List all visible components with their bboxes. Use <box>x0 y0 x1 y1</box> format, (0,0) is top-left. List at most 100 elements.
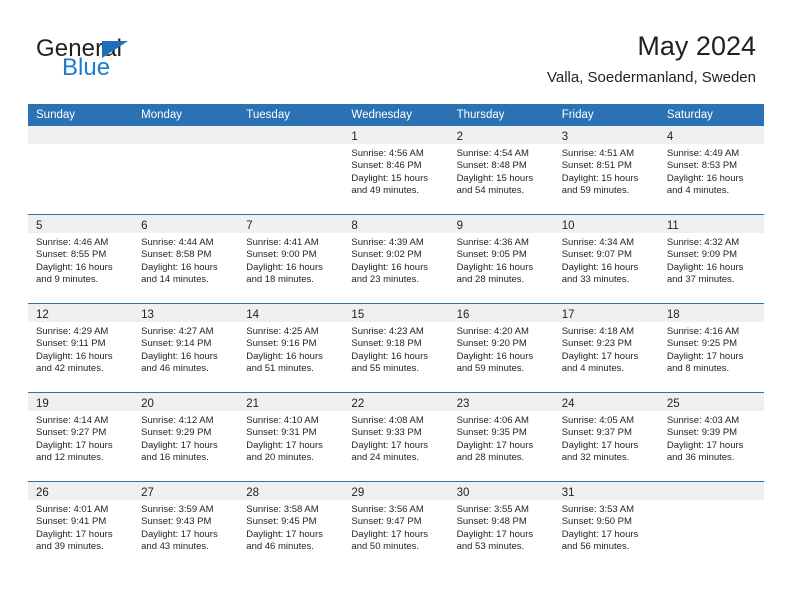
sunset-text: Sunset: 9:39 PM <box>666 427 738 439</box>
calendar-day-cell[interactable]: 17 Sunrise: 4:18 AM Sunset: 9:23 PM Dayligh… <box>553 303 659 393</box>
day-cell-inner: 11 Sunrise: 4:32 AM Sunset: 9:09 PM Dayligh… <box>658 215 764 303</box>
day-number: 1 <box>351 131 358 143</box>
day-number: 7 <box>246 220 253 232</box>
sunrise-text: Sunrise: 4:44 AM <box>141 237 214 248</box>
day-cell-details <box>28 144 133 148</box>
calendar-day-cell[interactable]: 25 Sunrise: 4:03 AM Sunset: 9:39 PM Dayligh… <box>658 392 764 482</box>
day-number: 9 <box>456 220 463 232</box>
calendar-day-cell[interactable]: 21 Sunrise: 4:10 AM Sunset: 9:31 PM Dayligh… <box>238 392 344 482</box>
day-number: 14 <box>246 309 260 321</box>
calendar-day-cell[interactable]: 4 Sunrise: 4:49 AM Sunset: 8:53 PM Daylight… <box>658 126 764 215</box>
calendar-day-cell[interactable]: 16 Sunrise: 4:20 AM Sunset: 9:20 PM Dayligh… <box>448 303 554 393</box>
daylight-text-line1: Daylight: 17 hours <box>36 528 113 540</box>
calendar-day-cell[interactable]: 14 Sunrise: 4:25 AM Sunset: 9:16 PM Dayligh… <box>238 303 344 393</box>
sunset-text: Sunset: 9:37 PM <box>561 427 632 439</box>
calendar-day-cell[interactable]: 6 Sunrise: 4:44 AM Sunset: 8:58 PM Daylight… <box>133 214 239 304</box>
daylight-text-line2: and 20 minutes. <box>246 452 314 464</box>
calendar-day-cell[interactable]: 11 Sunrise: 4:32 AM Sunset: 9:09 PM Dayligh… <box>658 214 764 304</box>
day-number-band: 22 <box>343 393 449 411</box>
sunset-text: Sunset: 9:48 PM <box>456 516 527 528</box>
calendar-day-cell[interactable]: 26 Sunrise: 4:01 AM Sunset: 9:41 PM Dayligh… <box>28 481 134 570</box>
day-cell-inner: 26 Sunrise: 4:01 AM Sunset: 9:41 PM Dayligh… <box>28 482 134 570</box>
day-number: 2 <box>456 131 463 143</box>
daylight-text-line1: Daylight: 15 hours <box>351 172 428 184</box>
day-number: 12 <box>36 309 49 321</box>
sunset-text: Sunset: 8:51 PM <box>561 160 632 172</box>
calendar-day-cell[interactable]: 22 Sunrise: 4:08 AM Sunset: 9:33 PM Dayligh… <box>343 392 449 482</box>
day-cell-details: Sunrise: 4:39 AM Sunset: 9:02 PM Daylight:… <box>343 233 448 287</box>
calendar-day-cell[interactable]: 7 Sunrise: 4:41 AM Sunset: 9:00 PM Daylight… <box>238 214 344 304</box>
calendar-day-cell[interactable]: 10 Sunrise: 4:34 AM Sunset: 9:07 PM Dayligh… <box>553 214 659 304</box>
day-cell-details <box>133 144 238 148</box>
calendar-day-cell[interactable]: 1 Sunrise: 4:56 AM Sunset: 8:46 PM Daylight… <box>343 126 449 215</box>
sunset-text: Sunset: 8:58 PM <box>141 249 212 261</box>
daylight-text-line2: and 36 minutes. <box>666 452 735 464</box>
daylight-text-line1: Daylight: 17 hours <box>141 439 218 451</box>
day-cell-details: Sunrise: 4:16 AM Sunset: 9:25 PM Daylight:… <box>659 322 764 376</box>
calendar-day-cell[interactable]: 18 Sunrise: 4:16 AM Sunset: 9:25 PM Dayligh… <box>658 303 764 393</box>
calendar-day-cell[interactable]: 12 Sunrise: 4:29 AM Sunset: 9:11 PM Dayligh… <box>28 303 134 393</box>
sunset-text: Sunset: 9:31 PM <box>246 427 317 439</box>
calendar-day-cell[interactable]: 15 Sunrise: 4:23 AM Sunset: 9:18 PM Dayligh… <box>343 303 449 393</box>
daylight-text-line1: Daylight: 17 hours <box>666 439 744 451</box>
sunrise-text: Sunrise: 4:51 AM <box>561 148 635 159</box>
day-number: 10 <box>561 220 575 232</box>
sunrise-text: Sunrise: 3:55 AM <box>456 504 529 515</box>
day-cell-inner: 25 Sunrise: 4:03 AM Sunset: 9:39 PM Dayligh… <box>658 393 764 481</box>
calendar-day-cell[interactable]: 8 Sunrise: 4:39 AM Sunset: 9:02 PM Daylight… <box>343 214 449 304</box>
daylight-text-line1: Daylight: 16 hours <box>351 350 428 362</box>
calendar-empty-cell <box>658 481 764 570</box>
sunrise-text: Sunrise: 4:12 AM <box>141 415 214 426</box>
calendar-day-cell[interactable]: 2 Sunrise: 4:54 AM Sunset: 8:48 PM Daylight… <box>448 126 554 215</box>
daylight-text-line2: and 55 minutes. <box>351 363 420 375</box>
sunrise-text: Sunrise: 4:32 AM <box>666 237 740 248</box>
day-cell-details: Sunrise: 4:36 AM Sunset: 9:05 PM Daylight:… <box>449 233 554 287</box>
day-number-band: 25 <box>658 393 764 411</box>
day-cell-inner: 2 Sunrise: 4:54 AM Sunset: 8:48 PM Daylight… <box>448 126 554 214</box>
sunset-text: Sunset: 9:16 PM <box>246 338 317 350</box>
sunrise-text: Sunrise: 4:39 AM <box>351 237 424 248</box>
day-number: 4 <box>666 131 674 143</box>
weekday-header-thursday: Thursday <box>448 104 554 126</box>
day-number: 20 <box>141 398 154 410</box>
calendar-day-cell[interactable]: 20 Sunrise: 4:12 AM Sunset: 9:29 PM Dayligh… <box>133 392 239 482</box>
calendar-week-row: 19 Sunrise: 4:14 AM Sunset: 9:27 PM Dayligh… <box>28 392 764 482</box>
sunset-text: Sunset: 9:00 PM <box>246 249 317 261</box>
calendar-day-cell[interactable]: 31 Sunrise: 3:53 AM Sunset: 9:50 PM Dayligh… <box>553 481 659 570</box>
day-number-band: 31 <box>553 482 659 500</box>
weekday-header-sunday: Sunday <box>28 104 134 126</box>
day-number: 23 <box>456 398 470 410</box>
calendar-day-cell[interactable]: 13 Sunrise: 4:27 AM Sunset: 9:14 PM Dayligh… <box>133 303 239 393</box>
daylight-text-line2: and 49 minutes. <box>351 185 420 197</box>
calendar-day-cell[interactable]: 27 Sunrise: 3:59 AM Sunset: 9:43 PM Dayligh… <box>133 481 239 570</box>
calendar-day-cell[interactable]: 3 Sunrise: 4:51 AM Sunset: 8:51 PM Daylight… <box>553 126 659 215</box>
daylight-text-line2: and 37 minutes. <box>666 274 735 286</box>
day-cell-details: Sunrise: 4:03 AM Sunset: 9:39 PM Daylight:… <box>659 411 764 465</box>
sunset-text: Sunset: 9:23 PM <box>561 338 632 350</box>
calendar-day-cell[interactable]: 23 Sunrise: 4:06 AM Sunset: 9:35 PM Dayligh… <box>448 392 554 482</box>
day-cell-details: Sunrise: 4:29 AM Sunset: 9:11 PM Daylight:… <box>28 322 133 376</box>
calendar-empty-cell <box>133 126 239 215</box>
calendar-body: 1 Sunrise: 4:56 AM Sunset: 8:46 PM Daylight… <box>28 126 764 570</box>
calendar-day-cell[interactable]: 9 Sunrise: 4:36 AM Sunset: 9:05 PM Daylight… <box>448 214 554 304</box>
sunset-text: Sunset: 9:20 PM <box>456 338 527 350</box>
day-cell-inner: 8 Sunrise: 4:39 AM Sunset: 9:02 PM Daylight… <box>343 215 449 303</box>
calendar-day-cell[interactable]: 28 Sunrise: 3:58 AM Sunset: 9:45 PM Dayligh… <box>238 481 344 570</box>
day-number-band: 6 <box>133 215 239 233</box>
day-cell-inner: 20 Sunrise: 4:12 AM Sunset: 9:29 PM Dayligh… <box>133 393 239 481</box>
day-cell-inner: 18 Sunrise: 4:16 AM Sunset: 9:25 PM Dayligh… <box>658 304 764 392</box>
calendar-day-cell[interactable]: 29 Sunrise: 3:56 AM Sunset: 9:47 PM Dayligh… <box>343 481 449 570</box>
day-cell-details: Sunrise: 4:08 AM Sunset: 9:33 PM Daylight:… <box>343 411 448 465</box>
day-cell-inner: 23 Sunrise: 4:06 AM Sunset: 9:35 PM Dayligh… <box>448 393 554 481</box>
day-cell-inner <box>133 126 239 214</box>
calendar-day-cell[interactable]: 24 Sunrise: 4:05 AM Sunset: 9:37 PM Dayligh… <box>553 392 659 482</box>
daylight-text-line2: and 53 minutes. <box>456 541 525 553</box>
calendar-day-cell[interactable]: 30 Sunrise: 3:55 AM Sunset: 9:48 PM Dayligh… <box>448 481 554 570</box>
sunrise-text: Sunrise: 3:53 AM <box>561 504 635 515</box>
daylight-text-line2: and 24 minutes. <box>351 452 420 464</box>
day-cell-details: Sunrise: 4:06 AM Sunset: 9:35 PM Daylight:… <box>449 411 554 465</box>
day-number-band: 15 <box>343 304 449 322</box>
calendar-day-cell[interactable]: 5 Sunrise: 4:46 AM Sunset: 8:55 PM Daylight… <box>28 214 134 304</box>
calendar-day-cell[interactable]: 19 Sunrise: 4:14 AM Sunset: 9:27 PM Dayligh… <box>28 392 134 482</box>
logo-text-blue: Blue <box>62 54 111 81</box>
